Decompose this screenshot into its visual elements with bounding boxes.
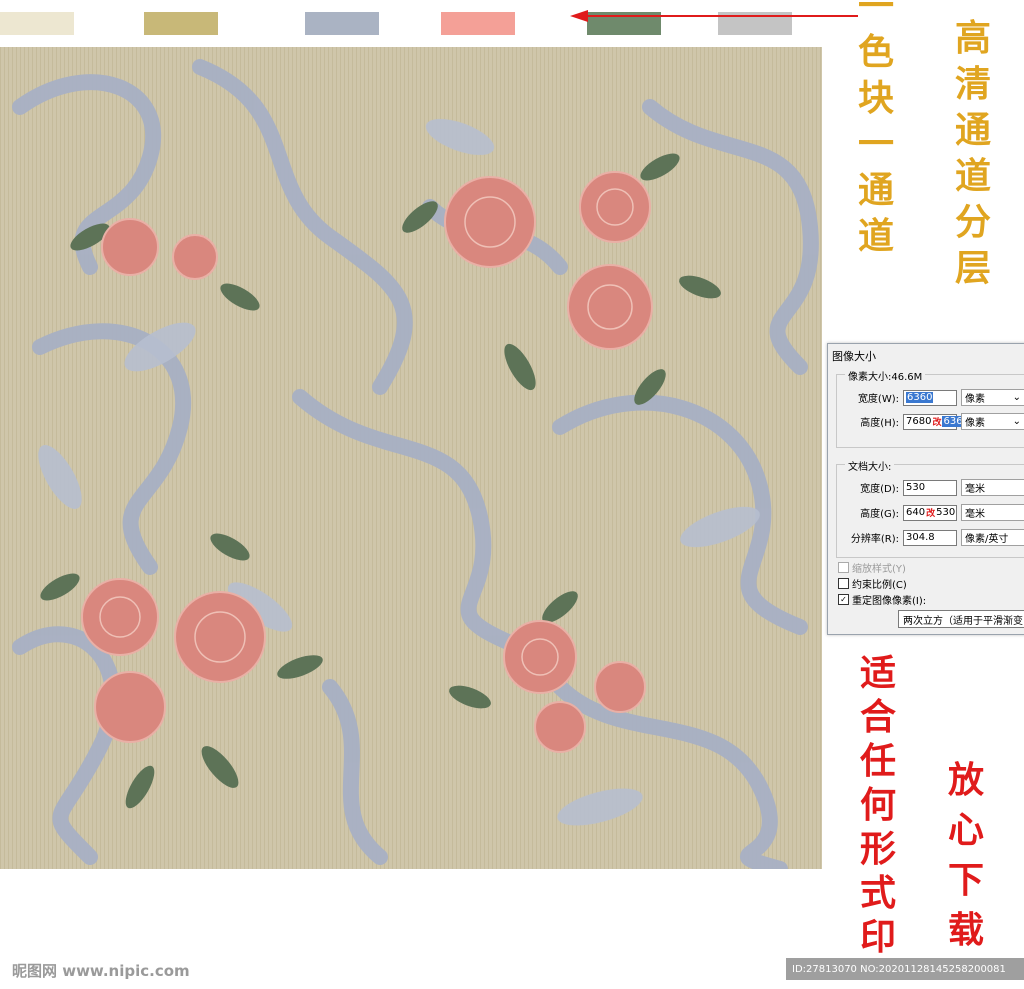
- doc-height-old-value: 640: [906, 507, 926, 518]
- resample-label: 重定图像像素(I):: [852, 596, 927, 607]
- doc-width-label: 宽度(D):: [860, 484, 899, 495]
- vchar: 通: [858, 169, 895, 211]
- image-id-watermark: ID:27813070 NO:20201128145258200081: [786, 958, 1024, 980]
- checkbox-box: [838, 562, 849, 573]
- chevron-down-icon: ⌄: [1012, 416, 1021, 427]
- color-swatch-1: [0, 12, 74, 35]
- dialog-title: 图像大小: [832, 350, 876, 363]
- doc-width-input[interactable]: 530: [903, 479, 957, 496]
- vchar: 通: [955, 109, 992, 151]
- chevron-down-icon: ⌄: [1012, 392, 1021, 403]
- image-size-dialog: 图像大小 像素大小:46.6M 宽度(W): 6360 像素 ⌄ 高度(H): 7…: [827, 343, 1024, 635]
- document-size-group: 文档大小: 宽度(D): 530 毫米 高度(G): 640 改 530 毫米 分辨…: [836, 458, 1024, 558]
- wallpaper-pattern: [0, 47, 822, 869]
- vchar: 印: [860, 916, 897, 958]
- doc-group-title: 文档大小:: [845, 458, 895, 473]
- pixel-height-label: 高度(H):: [860, 418, 899, 429]
- pixel-height-unit-select[interactable]: 像素 ⌄: [961, 413, 1024, 430]
- resolution-input[interactable]: 304.8: [903, 529, 957, 546]
- scale-styles-checkbox[interactable]: 缩放样式(Y): [838, 560, 906, 575]
- doc-height-unit: 毫米: [965, 509, 985, 520]
- vchar: 合: [860, 696, 897, 738]
- vchar: 一: [858, 123, 895, 165]
- scale-styles-label: 缩放样式(Y): [852, 564, 906, 575]
- vertical-text-one-block-one-channel: 一 色 块 一 通 道: [858, 0, 894, 254]
- doc-height-new-value: 530: [936, 507, 956, 518]
- doc-height-input[interactable]: 640 改 530: [903, 504, 957, 521]
- vchar: 块: [858, 77, 895, 119]
- constrain-proportions-checkbox[interactable]: 约束比例(C): [838, 576, 907, 591]
- check-icon: ✓: [838, 594, 849, 605]
- vchar: 式: [860, 872, 897, 914]
- resolution-unit-select[interactable]: 像素/英寸: [961, 529, 1024, 546]
- vchar: 分: [955, 201, 992, 243]
- pixel-dimensions-group: 像素大小:46.6M 宽度(W): 6360 像素 ⌄ 高度(H): 7680 改 6…: [836, 368, 1024, 448]
- vchar: 任: [860, 740, 897, 782]
- vchar: 放: [948, 759, 985, 801]
- vchar: 层: [955, 247, 992, 289]
- doc-width-unit: 毫米: [965, 484, 985, 495]
- color-swatch-3: [305, 12, 379, 35]
- vchar: 适: [860, 652, 897, 694]
- resolution-value: 304.8: [906, 532, 935, 543]
- resolution-unit: 像素/英寸: [965, 534, 1009, 545]
- vchar: 下: [948, 859, 985, 901]
- checkbox-box: [838, 578, 849, 589]
- pixel-width-label: 宽度(W):: [857, 394, 899, 405]
- vertical-text-download-safely: 放 心 下 载: [948, 762, 984, 948]
- doc-width-value: 530: [906, 482, 926, 493]
- edit-mark: 改: [932, 418, 942, 428]
- pixel-width-unit-select[interactable]: 像素 ⌄: [961, 389, 1024, 406]
- vertical-text-hd-channel-layers: 高 清 通 道 分 层: [955, 20, 991, 286]
- vchar: 道: [955, 155, 992, 197]
- vchar: 高: [955, 17, 992, 59]
- vchar: 清: [955, 63, 992, 105]
- vchar: 载: [948, 909, 985, 951]
- constrain-label: 约束比例(C): [852, 580, 907, 591]
- edit-mark: 改: [926, 509, 936, 519]
- vchar: 道: [858, 215, 895, 257]
- vchar: 何: [860, 784, 897, 826]
- site-watermark: 昵图网 www.nipic.com: [12, 962, 190, 980]
- resample-method-select[interactable]: 两次立方（适用于平滑渐变: [898, 610, 1024, 628]
- vchar: 形: [860, 828, 897, 870]
- pixel-width-input[interactable]: 6360: [903, 389, 957, 406]
- pixel-group-title: 像素大小:46.6M: [845, 368, 926, 383]
- vchar: 色: [858, 31, 895, 73]
- doc-width-unit-select[interactable]: 毫米: [961, 479, 1024, 496]
- color-swatch-4: [441, 12, 515, 35]
- doc-height-unit-select[interactable]: 毫米: [961, 504, 1024, 521]
- pixel-height-old-value: 7680: [906, 416, 932, 427]
- vchar: 心: [948, 809, 985, 851]
- red-arrow-icon: [570, 10, 858, 22]
- pixel-width-unit: 像素: [965, 394, 985, 405]
- doc-height-label: 高度(G):: [860, 509, 899, 520]
- pixel-height-input[interactable]: 7680 改 6360: [903, 413, 970, 430]
- resample-checkbox[interactable]: ✓ 重定图像像素(I):: [838, 592, 926, 607]
- pixel-height-unit: 像素: [965, 418, 985, 429]
- color-swatch-2: [144, 12, 218, 35]
- resample-method-value: 两次立方（适用于平滑渐变: [903, 615, 1023, 627]
- vertical-text-suitable-printing: 适 合 任 何 形 式 印: [860, 655, 896, 955]
- pixel-width-value: 6360: [906, 392, 934, 403]
- resolution-label: 分辨率(R):: [850, 534, 899, 545]
- vchar: 一: [858, 0, 895, 27]
